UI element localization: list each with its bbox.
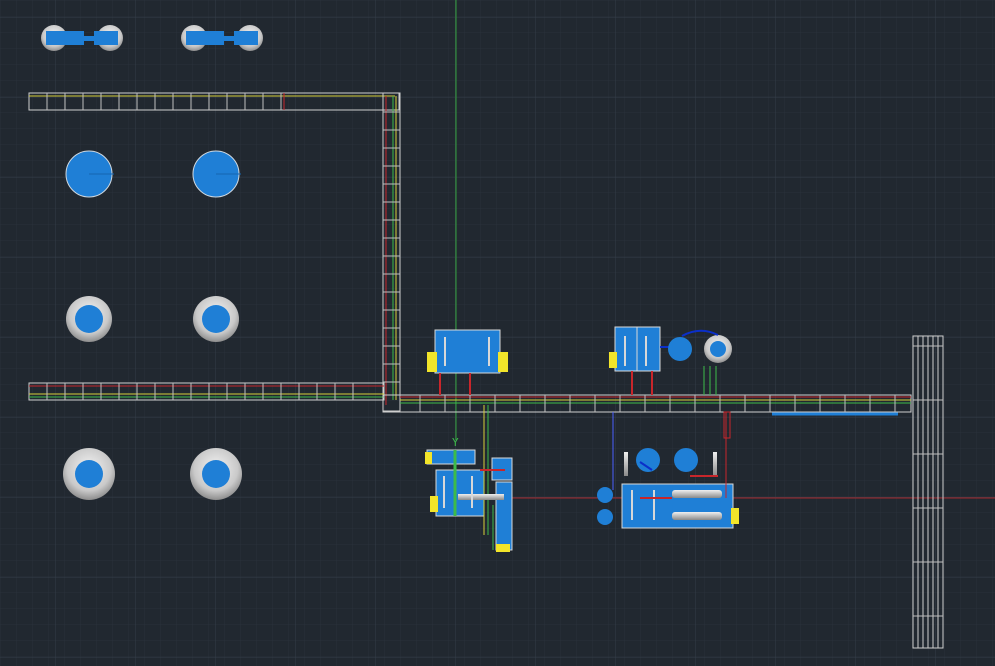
ucs-y-label: Y bbox=[452, 436, 459, 449]
tank-4[interactable] bbox=[193, 296, 239, 342]
pipe-rack-far-right[interactable] bbox=[912, 335, 944, 649]
cad-drawing-viewport[interactable]: Y bbox=[0, 0, 995, 666]
tank-6[interactable] bbox=[190, 448, 242, 500]
tank-5[interactable] bbox=[63, 448, 115, 500]
tank-3[interactable] bbox=[66, 296, 112, 342]
